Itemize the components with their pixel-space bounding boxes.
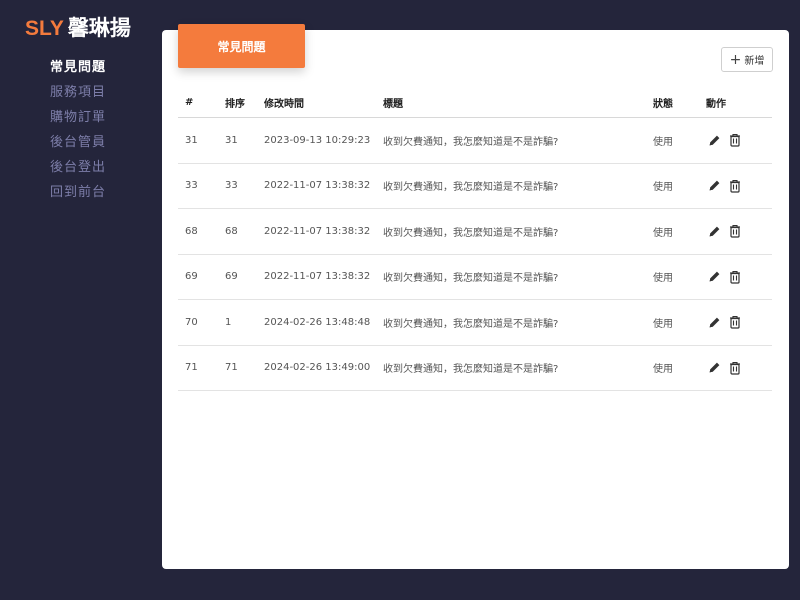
table-header-row: # 排序 修改時間 標題 狀態 動作 [178,88,772,118]
pencil-icon[interactable] [706,360,722,376]
add-button[interactable]: + 新增 [721,47,773,72]
sidebar-item-services[interactable]: 服務項目 [50,83,106,108]
cell-title: 收到欠費通知，我怎麼知道是不是詐騙? [383,318,559,330]
cell-actions [706,209,748,254]
content-card: + 新增 # 排序 修改時間 標題 狀態 動作 31 31 2023-09-13 1… [162,30,789,569]
sidebar-item-orders[interactable]: 購物訂單 [50,108,106,133]
sidebar-nav: 常見問題 服務項目 購物訂單 後台管員 後台登出 回到前台 [50,58,106,208]
cell-modified: 2022-11-07 13:38:32 [264,271,371,283]
table-row: 33 33 2022-11-07 13:38:32 收到欠費通知，我怎麼知道是不是詐騙… [178,164,772,209]
table-row: 31 31 2023-09-13 10:29:23 收到欠費通知，我怎麼知道是不是詐騙… [178,118,772,164]
sidebar-item-faq[interactable]: 常見問題 [50,58,106,83]
cell-sort: 71 [225,362,238,374]
cell-modified: 2024-02-26 13:48:48 [264,316,371,328]
trash-icon[interactable] [727,314,743,330]
cell-title: 收到欠費通知，我怎麼知道是不是詐騙? [383,273,559,285]
pencil-icon[interactable] [706,178,722,194]
cell-modified: 2024-02-26 13:49:00 [264,362,371,374]
sidebar: SLY 馨琳揚 常見問題 服務項目 購物訂單 後台管員 後台登出 回到前台 [0,0,160,600]
trash-icon[interactable] [727,178,743,194]
cell-id: 71 [185,362,198,374]
table-body: 31 31 2023-09-13 10:29:23 收到欠費通知，我怎麼知道是不是詐騙… [178,118,772,391]
cell-sort: 33 [225,180,238,192]
app-root: SLY 馨琳揚 常見問題 服務項目 購物訂單 後台管員 後台登出 回到前台 常見問題 + 新… [0,0,800,600]
cell-sort: 68 [225,225,238,237]
cell-id: 69 [185,271,198,283]
sidebar-item-logout[interactable]: 後台登出 [50,158,106,183]
add-button-label: 新增 [744,56,765,67]
cell-title: 收到欠費通知，我怎麼知道是不是詐騙? [383,182,559,194]
cell-sort: 31 [225,134,238,146]
trash-icon[interactable] [727,132,743,148]
sidebar-item-admins[interactable]: 後台管員 [50,133,106,158]
cell-status: 使用 [653,136,673,148]
cell-actions [706,164,748,209]
table-row: 68 68 2022-11-07 13:38:32 收到欠費通知，我怎麼知道是不是詐騙… [178,209,772,255]
cell-status: 使用 [653,318,673,330]
cell-modified: 2022-11-07 13:38:32 [264,180,371,192]
trash-icon[interactable] [727,360,743,376]
page-title-tab: 常見問題 [178,24,305,68]
cell-id: 33 [185,180,198,192]
plus-icon: + [729,51,742,68]
table-row: 69 69 2022-11-07 13:38:32 收到欠費通知，我怎麼知道是不是詐騙… [178,255,772,300]
header-modified: 修改時間 [264,99,304,110]
cell-sort: 1 [225,316,232,328]
header-id: # [185,97,194,108]
brand-chinese: 馨琳揚 [67,16,131,40]
cell-actions [706,255,748,300]
table-row: 70 1 2024-02-26 13:48:48 收到欠費通知，我怎麼知道是不是詐騙?… [178,300,772,346]
pencil-icon[interactable] [706,223,722,239]
pencil-icon[interactable] [706,314,722,330]
trash-icon[interactable] [727,223,743,239]
cell-actions [706,300,748,345]
cell-id: 31 [185,134,198,146]
cell-status: 使用 [653,273,673,285]
header-action: 動作 [706,99,726,110]
cell-sort: 69 [225,271,238,283]
cell-status: 使用 [653,182,673,194]
cell-actions [706,346,748,391]
pencil-icon[interactable] [706,269,722,285]
cell-modified: 2023-09-13 10:29:23 [264,134,371,146]
trash-icon[interactable] [727,269,743,285]
cell-actions [706,118,748,163]
cell-status: 使用 [653,364,673,376]
faq-table: # 排序 修改時間 標題 狀態 動作 31 31 2023-09-13 10:29:… [178,88,772,391]
table-row: 71 71 2024-02-26 13:49:00 收到欠費通知，我怎麼知道是不是詐騙… [178,346,772,391]
brand-latin: SLY [25,17,64,40]
brand-logo[interactable]: SLY 馨琳揚 [25,12,131,42]
header-status: 狀態 [653,99,673,110]
sidebar-item-frontend[interactable]: 回到前台 [50,183,106,208]
cell-status: 使用 [653,227,673,239]
cell-modified: 2022-11-07 13:38:32 [264,225,371,237]
cell-title: 收到欠費通知，我怎麼知道是不是詐騙? [383,364,559,376]
pencil-icon[interactable] [706,132,722,148]
cell-title: 收到欠費通知，我怎麼知道是不是詐騙? [383,227,559,239]
header-title: 標題 [383,99,403,110]
cell-id: 70 [185,316,198,328]
cell-title: 收到欠費通知，我怎麼知道是不是詐騙? [383,136,559,148]
header-sort: 排序 [225,99,245,110]
cell-id: 68 [185,225,198,237]
